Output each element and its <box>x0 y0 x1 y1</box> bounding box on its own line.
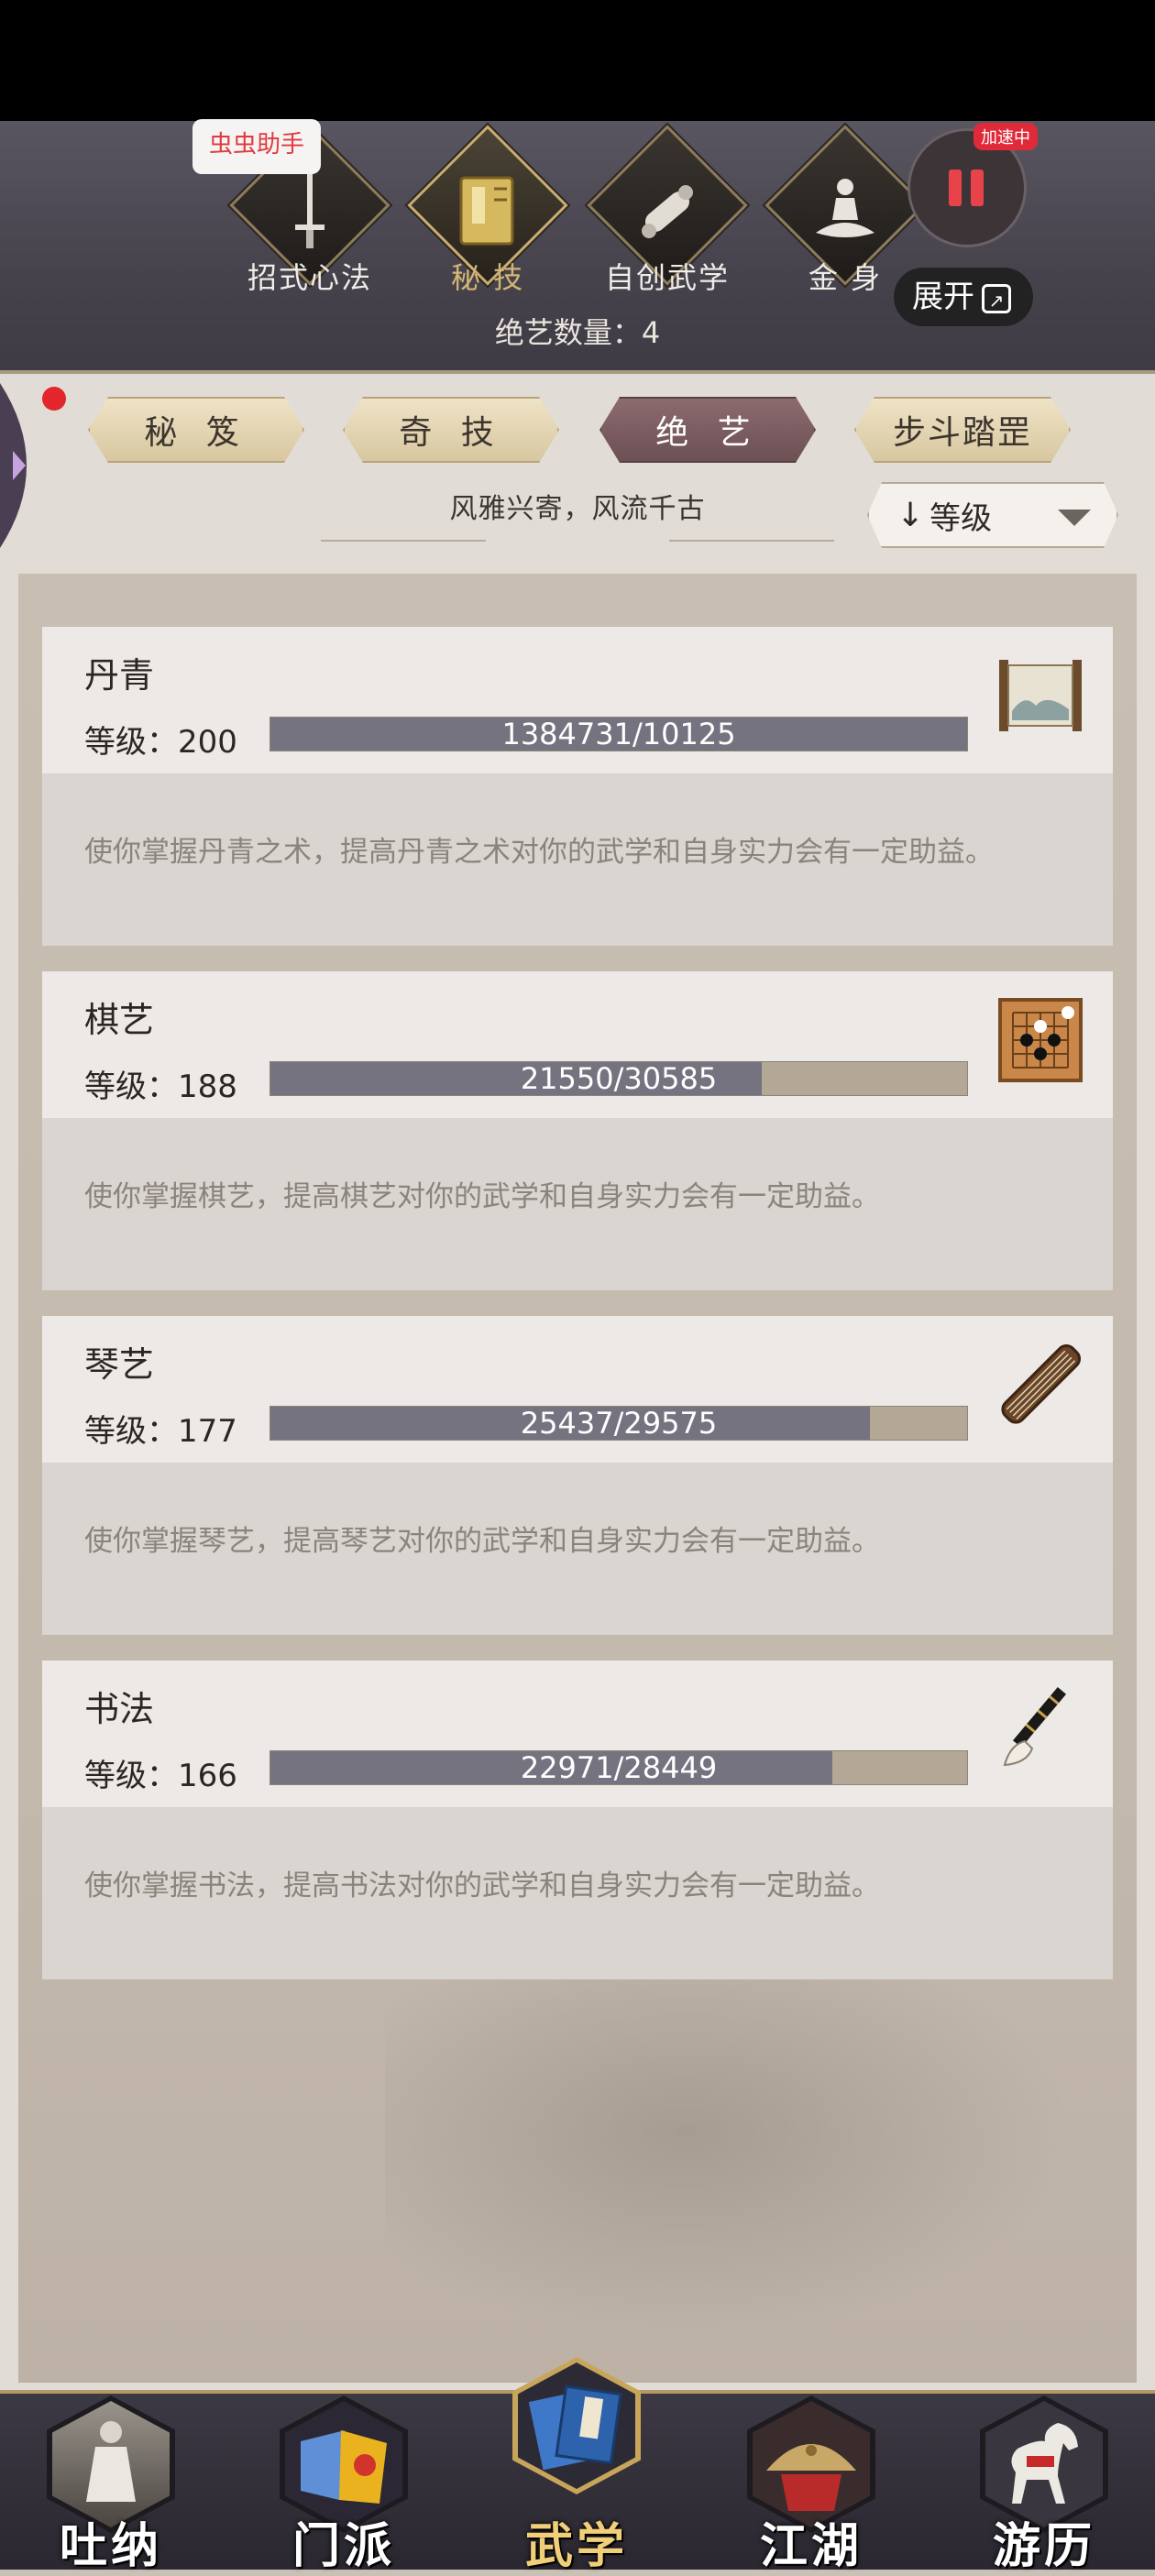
skill-level: 等级：177 <box>84 1413 237 1450</box>
skill-name: 琴艺 <box>84 1344 155 1385</box>
skill-name: 棋艺 <box>84 1000 155 1040</box>
ink-painting-background <box>385 1970 1137 2373</box>
progress-bar: 25437/29575 <box>270 1406 968 1441</box>
top-nav-label: 自创武学 <box>604 260 730 295</box>
progress-text: 21550/30585 <box>520 1061 718 1096</box>
skill-level: 等级：188 <box>84 1069 237 1105</box>
tab-special-skills[interactable]: 奇 技 <box>343 397 559 463</box>
top-nav-label: 招式心法 <box>247 260 372 295</box>
tab-unique-arts[interactable]: 绝 艺 <box>600 397 816 463</box>
chevron-down-icon <box>1058 510 1091 526</box>
brush-icon <box>996 1684 1085 1774</box>
sort-arrow-icon: ↓ <box>896 496 925 534</box>
sort-label: 等级 <box>930 499 993 537</box>
go-board-icon <box>996 995 1085 1085</box>
progress-bar: 22971/28449 <box>270 1750 968 1785</box>
status-bar <box>0 0 1155 121</box>
skill-card[interactable]: 书法 等级：166 22971/28449 使你掌握书法，提高书法对你的武学和自… <box>42 1661 1113 1979</box>
book-icon <box>433 156 543 266</box>
nav-jianghu[interactable]: 江湖 <box>733 2390 889 2574</box>
nav-travel[interactable]: 游历 <box>966 2390 1122 2574</box>
skill-card[interactable]: 丹青 等级：200 1384731/10125 使你掌握丹青之术，提高丹青之术对… <box>42 627 1113 946</box>
skill-description: 使你掌握丹青之术，提高丹青之术对你的武学和自身实力会有一定助益。 <box>84 836 994 869</box>
progress-text: 1384731/10125 <box>501 717 736 751</box>
helper-badge[interactable]: 虫虫助手 <box>192 119 321 174</box>
scroll-icon <box>612 156 722 266</box>
skill-description: 使你掌握琴艺，提高琴艺对你的武学和自身实力会有一定助益。 <box>84 1525 880 1558</box>
skill-card[interactable]: 棋艺 等级：188 21550/30585 使你掌握棋艺，提高棋艺对你的武学和自… <box>42 971 1113 1290</box>
progress-text: 25437/29575 <box>520 1406 718 1441</box>
skill-card[interactable]: 琴艺 等级：177 25437/29575 使你掌握琴艺，提高琴艺对你的武学和自… <box>42 1316 1113 1635</box>
art-count: 绝艺数量：4 <box>494 315 661 350</box>
speed-badge: 加速中 <box>974 123 1038 150</box>
tab-secret-manuals[interactable]: 秘 笈 <box>88 397 304 463</box>
skill-level: 等级：200 <box>84 724 237 761</box>
top-nav-label: 秘 技 <box>450 260 525 295</box>
expand-icon: ↗ <box>982 283 1011 313</box>
divider <box>669 540 834 542</box>
guqin-icon <box>996 1340 1085 1430</box>
skill-name: 丹青 <box>84 655 155 696</box>
nav-breathing[interactable]: 吐纳 <box>33 2390 189 2574</box>
nav-martial-arts[interactable]: 武学 <box>499 2351 654 2574</box>
top-nav-golden-body[interactable]: 金 身 <box>764 125 926 295</box>
notification-dot <box>42 387 66 411</box>
progress-bar: 1384731/10125 <box>270 717 968 751</box>
top-nav-secret[interactable]: 秘 技 <box>407 125 568 295</box>
divider <box>321 540 486 542</box>
tab-stepping-stars[interactable]: 步斗踏罡 <box>854 397 1071 463</box>
top-nav-self-created[interactable]: 自创武学 <box>587 125 748 295</box>
nav-sect[interactable]: 门派 <box>266 2390 422 2574</box>
skill-description: 使你掌握棋艺，提高棋艺对你的武学和自身实力会有一定助益。 <box>84 1180 880 1213</box>
pause-icon-bar <box>971 170 984 206</box>
skill-description: 使你掌握书法，提高书法对你的武学和自身实力会有一定助益。 <box>84 1869 880 1902</box>
skill-level: 等级：166 <box>84 1758 237 1794</box>
painting-scroll-icon <box>996 651 1085 740</box>
meditation-icon <box>790 156 900 266</box>
progress-text: 22971/28449 <box>520 1750 718 1785</box>
skill-name: 书法 <box>84 1689 155 1729</box>
pause-icon <box>949 170 962 206</box>
sort-dropdown[interactable]: ↓ 等级 <box>867 482 1118 548</box>
progress-bar: 21550/30585 <box>270 1061 968 1096</box>
